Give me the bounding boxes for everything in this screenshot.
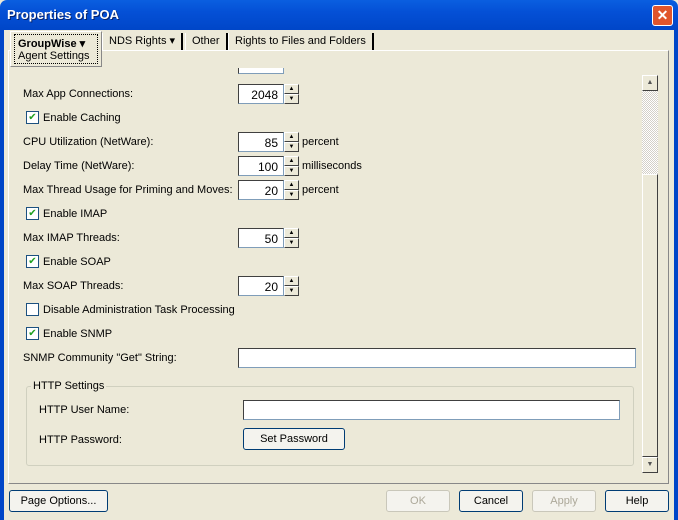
spin-down-icon[interactable]: ▼ [284,238,299,248]
tab-rights-files-folders[interactable]: Rights to Files and Folders [228,33,374,50]
http-user-input[interactable] [243,400,620,420]
spin-down-icon[interactable]: ▼ [284,142,299,152]
help-button[interactable]: Help [605,490,669,512]
spin-down-icon[interactable]: ▼ [284,190,299,200]
enable-snmp-label: Enable SNMP [43,328,113,340]
spin-up-icon[interactable]: ▲ [284,276,299,286]
title-bar: Properties of POA ✕ [0,0,678,30]
soap-threads-input[interactable]: 20 [238,276,284,296]
soap-threads-label: Max SOAP Threads: [23,280,124,292]
http-user-label: HTTP User Name: [39,404,130,416]
tab-agent-settings[interactable]: Agent Settings [18,50,94,62]
cpu-input[interactable]: 85 [238,132,284,152]
imap-threads-label: Max IMAP Threads: [23,232,120,244]
enable-caching-label: Enable Caching [43,112,121,124]
scroll-down-button[interactable]: ▼ [642,457,658,473]
settings-scroll-area: Max App Connections: 2048 ▲ ▼ ✔ Enable Ca… [9,68,641,473]
tab-groupwise-label: GroupWise ▾ [18,38,86,50]
delay-label: Delay Time (NetWare): [23,160,135,172]
cpu-label: CPU Utilization (NetWare): [23,136,154,148]
window-title: Properties of POA [7,7,119,22]
enable-imap-label: Enable IMAP [43,208,108,220]
thread-unit: percent [302,184,339,196]
scroll-up-button[interactable]: ▲ [642,75,658,91]
enable-imap-checkbox[interactable]: ✔ [26,207,39,220]
enable-snmp-checkbox[interactable]: ✔ [26,327,39,340]
ok-button[interactable]: OK [386,490,450,512]
spin-down-icon[interactable]: ▼ [284,166,299,176]
tab-groupwise[interactable]: GroupWise ▾ Agent Settings [10,31,102,67]
disable-admin-label: Disable Administration Task Processing [43,304,235,316]
enable-caching-checkbox[interactable]: ✔ [26,111,39,124]
max-app-connections-spinner[interactable]: ▲ ▼ [284,84,299,104]
http-settings-title: HTTP Settings [31,380,107,392]
cpu-spinner[interactable]: ▲ ▼ [284,132,299,152]
max-app-connections-label: Max App Connections: [23,88,134,100]
http-settings-group [26,386,634,466]
imap-threads-input[interactable]: 50 [238,228,284,248]
spin-up-icon[interactable]: ▲ [284,180,299,190]
snmp-string-input[interactable] [238,348,636,368]
imap-threads-spinner[interactable]: ▲ ▼ [284,228,299,248]
max-app-connections-input[interactable]: 2048 [238,84,284,104]
set-password-button[interactable]: Set Password [243,428,345,450]
window-frame-left [0,30,4,520]
spin-down-icon[interactable]: ▼ [284,286,299,296]
tab-other[interactable]: Other [185,33,228,50]
page-options-button[interactable]: Page Options... [9,490,108,512]
disable-admin-checkbox[interactable] [26,303,39,316]
delay-unit: milliseconds [302,160,362,172]
close-button[interactable]: ✕ [652,5,673,26]
http-password-label: HTTP Password: [39,434,122,446]
spin-up-icon[interactable]: ▲ [284,228,299,238]
enable-soap-label: Enable SOAP [43,256,111,268]
partial-number-field[interactable] [238,68,284,74]
scrollbar-track[interactable] [642,90,658,174]
window-frame-right [674,30,678,520]
cpu-unit: percent [302,136,339,148]
scrollbar-thumb[interactable] [642,174,658,457]
spin-up-icon[interactable]: ▲ [284,132,299,142]
thread-spinner[interactable]: ▲ ▼ [284,180,299,200]
enable-soap-checkbox[interactable]: ✔ [26,255,39,268]
apply-button[interactable]: Apply [532,490,596,512]
delay-spinner[interactable]: ▲ ▼ [284,156,299,176]
thread-input[interactable]: 20 [238,180,284,200]
snmp-string-label: SNMP Community "Get" String: [23,352,177,364]
tab-nds-rights[interactable]: NDS Rights ▾ [102,33,184,50]
cancel-button[interactable]: Cancel [459,490,523,512]
thread-label: Max Thread Usage for Priming and Moves: [23,184,233,196]
spin-up-icon[interactable]: ▲ [284,156,299,166]
delay-input[interactable]: 100 [238,156,284,176]
spin-up-icon[interactable]: ▲ [284,84,299,94]
spin-down-icon[interactable]: ▼ [284,94,299,104]
soap-threads-spinner[interactable]: ▲ ▼ [284,276,299,296]
